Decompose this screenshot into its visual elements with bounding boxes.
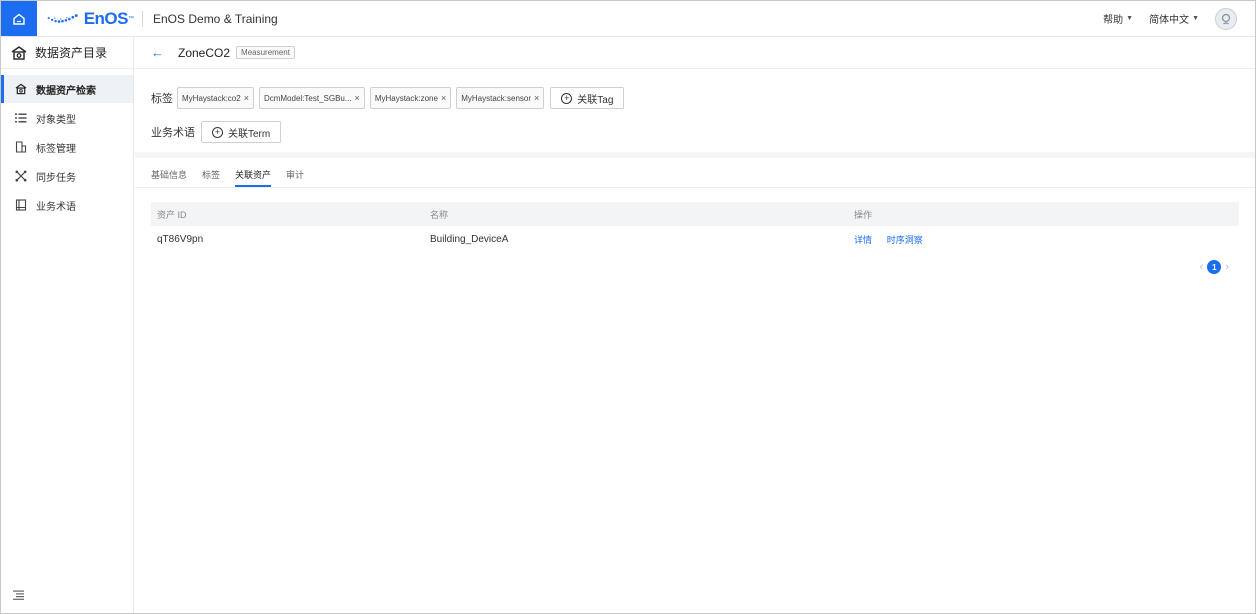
column-header-name: 名称 xyxy=(430,209,449,220)
sidebar-item-object-types[interactable]: 对象类型 xyxy=(1,104,133,132)
asset-search-icon xyxy=(15,83,27,95)
tags-section: 标签 MyHaystack:co2 × DcmModel:Test_SGBu..… xyxy=(135,69,1255,158)
sidebar-item-label: 数据资产检索 xyxy=(36,85,96,97)
chevron-right-icon[interactable]: › xyxy=(1225,261,1229,273)
sidebar-item-tag-management[interactable]: 标签管理 xyxy=(1,133,133,161)
actions-cell: 详情 时序洞察 xyxy=(848,233,1239,246)
trademark-mark: ™ xyxy=(128,15,134,22)
enos-logo[interactable]: EnOS ™ xyxy=(37,9,134,29)
app-title[interactable]: EnOS Demo & Training xyxy=(142,10,278,27)
asset-id-cell: qT86V9pn xyxy=(157,233,204,245)
link-term-label: 关联Term xyxy=(228,128,271,140)
table-row: qT86V9pn Building_DeviceA 详情 时序洞察 xyxy=(151,226,1239,252)
help-label: 帮助 xyxy=(1103,15,1124,26)
asset-name-cell: Building_DeviceA xyxy=(430,233,509,245)
tag-chip[interactable]: MyHaystack:zone × xyxy=(369,87,452,109)
tag-chip[interactable]: DcmModel:Test_SGBu... × xyxy=(258,87,365,109)
language-label: 简体中文 xyxy=(1149,15,1190,26)
details-link[interactable]: 详情 xyxy=(854,235,872,245)
tag-chip[interactable]: MyHaystack:sensor × xyxy=(456,87,545,109)
type-badge: Measurement xyxy=(236,46,295,59)
sidebar-item-label: 同步任务 xyxy=(36,172,76,184)
current-page-button[interactable]: 1 xyxy=(1207,260,1222,274)
sidebar-item-business-terms[interactable]: 业务术语 xyxy=(1,191,133,219)
column-header-asset-id: 资产 ID xyxy=(157,209,187,220)
plus-circle-icon: + xyxy=(212,126,223,138)
chevron-left-icon[interactable]: ‹ xyxy=(1200,261,1204,273)
sidebar-item-sync-tasks[interactable]: 同步任务 xyxy=(1,162,133,190)
sidebar-item-asset-search[interactable]: 数据资产检索 xyxy=(1,75,133,103)
close-icon[interactable]: × xyxy=(441,93,446,103)
sidebar-collapse-button[interactable] xyxy=(13,589,24,603)
logo-wave-icon xyxy=(47,13,78,23)
close-icon[interactable]: × xyxy=(534,93,539,103)
tab-related-assets[interactable]: 关联资产 xyxy=(235,168,272,187)
chevron-down-icon: ▼ xyxy=(1192,15,1199,22)
link-term-button[interactable]: + 关联Term xyxy=(201,121,282,143)
page-title: ZoneCO2 xyxy=(178,45,231,60)
help-menu[interactable]: 帮助 ▼ xyxy=(1103,11,1133,26)
collapse-menu-icon xyxy=(13,590,24,600)
tags-label: 标签 xyxy=(151,93,173,105)
back-arrow-icon[interactable]: ← xyxy=(151,45,164,60)
home-icon xyxy=(13,13,25,25)
tag-chip-label: MyHaystack:co2 xyxy=(182,93,241,103)
user-avatar[interactable] xyxy=(1215,7,1237,30)
book-icon xyxy=(15,199,27,211)
tag-chip-label: MyHaystack:sensor xyxy=(461,93,532,103)
close-icon[interactable]: × xyxy=(244,93,249,103)
language-menu[interactable]: 简体中文 ▼ xyxy=(1149,11,1199,26)
tag-manage-icon xyxy=(15,141,27,153)
pagination: ‹ 1 › xyxy=(135,260,1233,274)
tag-chip-label: DcmModel:Test_SGBu... xyxy=(263,93,352,103)
timeseries-insight-link[interactable]: 时序洞察 xyxy=(887,235,923,245)
tab-tags[interactable]: 标签 xyxy=(202,168,220,187)
tabs: 基础信息 标签 关联资产 审计 xyxy=(135,158,1255,188)
column-header-actions: 操作 xyxy=(854,209,873,220)
link-tag-button[interactable]: + 关联Tag xyxy=(550,87,625,109)
data-catalog-icon xyxy=(11,45,27,60)
close-icon[interactable]: × xyxy=(355,93,360,103)
plus-circle-icon: + xyxy=(561,92,573,104)
link-tag-label: 关联Tag xyxy=(577,94,614,106)
main-content: ← ZoneCO2 Measurement 标签 MyHaystack:co2 … xyxy=(135,37,1255,613)
terms-row: 业务术语 + 关联Term xyxy=(151,121,1239,143)
top-bar: EnOS ™ EnOS Demo & Training 帮助 ▼ 简体中文 ▼ xyxy=(1,1,1255,37)
sidebar-item-label: 业务术语 xyxy=(36,201,76,213)
user-avatar-icon xyxy=(1221,13,1231,25)
related-assets-table: 资产 ID 名称 操作 qT86V9pn Building_DeviceA 详情… xyxy=(151,202,1239,252)
sidebar: 数据资产目录 数据资产检索 对象类型 标签管理 同步任务 业务术语 xyxy=(1,37,134,613)
tag-chip[interactable]: MyHaystack:co2 × xyxy=(177,87,254,109)
tab-basic-info[interactable]: 基础信息 xyxy=(151,168,187,187)
tags-row: 标签 MyHaystack:co2 × DcmModel:Test_SGBu..… xyxy=(151,87,1239,109)
tag-chip-label: MyHaystack:zone xyxy=(374,93,438,103)
terms-label: 业务术语 xyxy=(151,127,195,139)
chevron-down-icon: ▼ xyxy=(1126,15,1134,22)
table-header: 资产 ID 名称 操作 xyxy=(151,202,1239,226)
home-button[interactable] xyxy=(1,1,37,36)
sidebar-header: 数据资产目录 xyxy=(1,37,133,69)
sidebar-item-label: 对象类型 xyxy=(36,114,76,126)
sync-icon xyxy=(15,170,27,182)
breadcrumb: ← ZoneCO2 Measurement xyxy=(135,37,1255,69)
sidebar-item-label: 标签管理 xyxy=(36,143,76,155)
tab-audit[interactable]: 审计 xyxy=(286,168,304,187)
list-icon xyxy=(15,113,27,123)
logo-text: EnOS xyxy=(83,8,129,28)
sidebar-title: 数据资产目录 xyxy=(35,46,108,60)
